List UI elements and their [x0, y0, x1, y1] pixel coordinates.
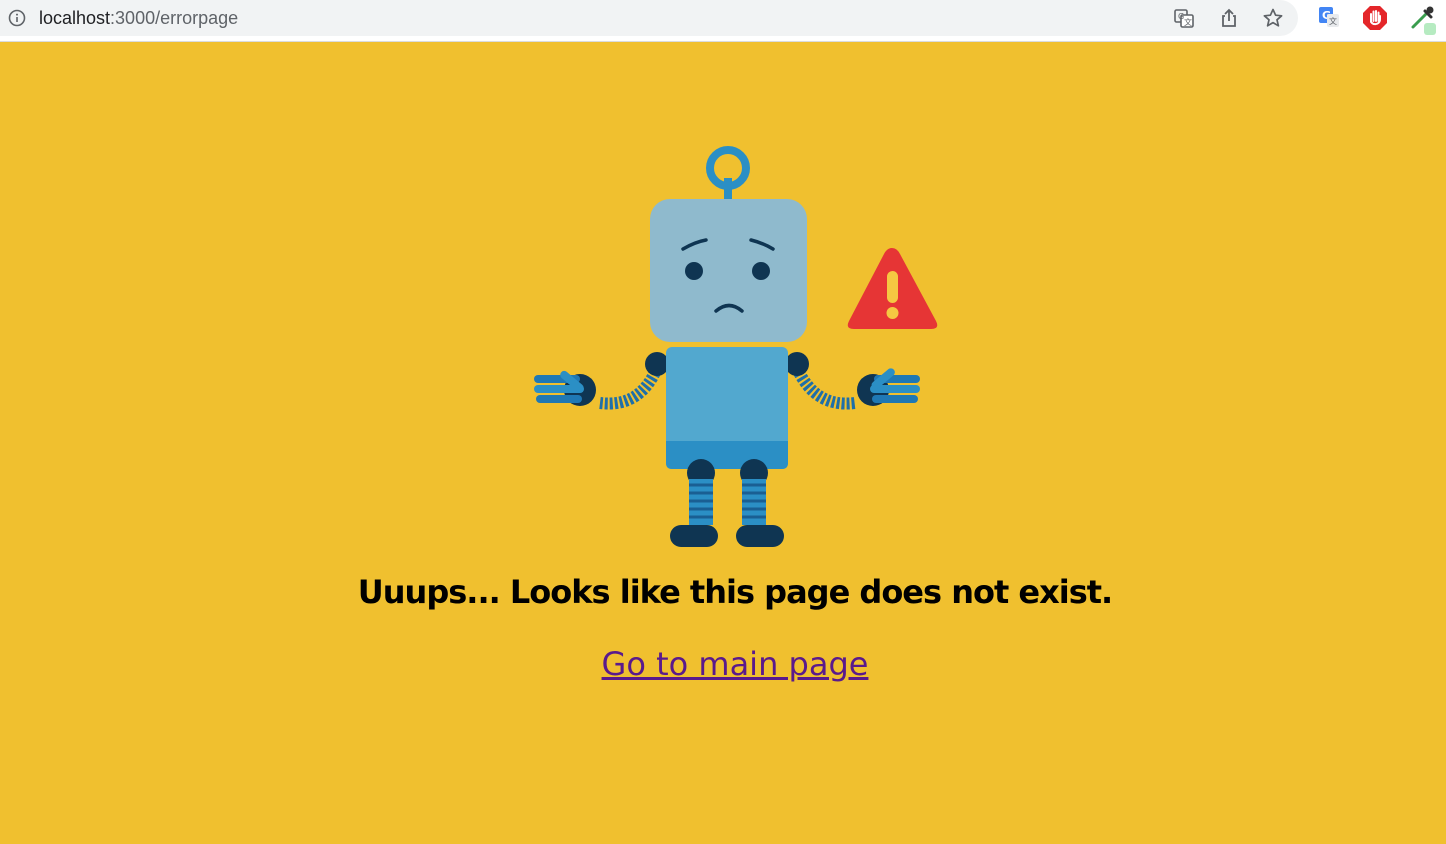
eyedropper-extension-icon[interactable]: [1408, 4, 1438, 36]
address-bar[interactable]: localhost:3000/errorpage G 文: [0, 0, 1298, 36]
robot-head: [650, 199, 807, 342]
url-host: localhost: [39, 8, 111, 28]
go-to-main-page-link: Go to main page: [0, 645, 1446, 683]
url-text[interactable]: localhost:3000/errorpage: [39, 6, 238, 30]
robot-left-arm: [534, 352, 669, 410]
browser-toolbar: localhost:3000/errorpage G 文 G 文: [0, 0, 1446, 42]
google-translate-extension-icon[interactable]: G 文: [1317, 5, 1341, 29]
error-page-content: Uuups... Looks like this page does not e…: [0, 43, 1446, 844]
svg-text:文: 文: [1184, 17, 1192, 27]
url-path: :3000/errorpage: [110, 8, 239, 28]
robot-legs: [670, 459, 784, 547]
bookmark-star-icon[interactable]: [1262, 7, 1284, 29]
info-icon[interactable]: [8, 9, 26, 27]
svg-text:文: 文: [1329, 16, 1337, 26]
robot-right-arm: [785, 352, 920, 410]
robot-antenna: [706, 146, 750, 200]
share-icon[interactable]: [1218, 7, 1240, 29]
adblock-extension-icon[interactable]: [1362, 5, 1388, 31]
robot-body: [666, 347, 788, 469]
sad-robot-illustration: [534, 146, 938, 547]
error-message: Uuups... Looks like this page does not e…: [357, 573, 1113, 611]
warning-triangle-icon: [847, 248, 938, 329]
main-page-link-text[interactable]: Go to main page: [602, 645, 869, 683]
translate-icon[interactable]: G 文: [1173, 7, 1195, 29]
